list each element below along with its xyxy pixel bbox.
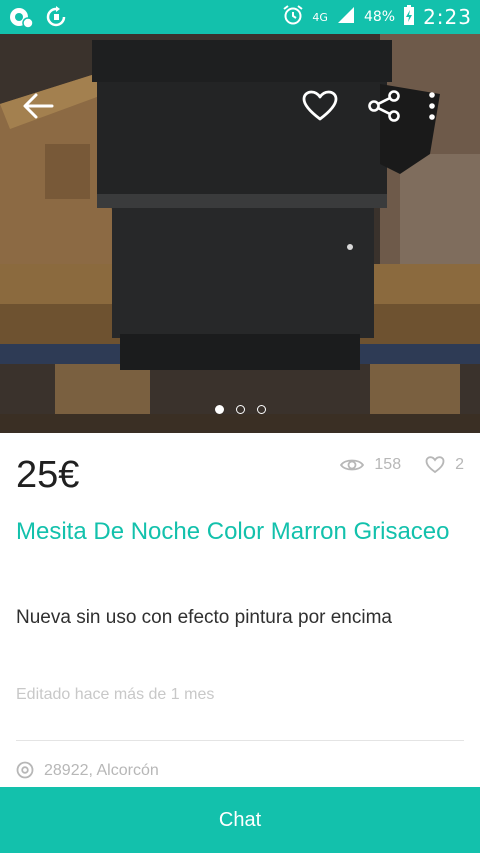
battery-percent: 48% [363, 9, 396, 25]
eye-icon [340, 459, 365, 471]
carousel-dot-2[interactable] [235, 405, 245, 414]
status-bar: 4G 48% 2:23 [0, 0, 480, 34]
heart-outline-icon [425, 456, 445, 474]
product-image-carousel[interactable] [0, 34, 480, 433]
listing-stats: 158 2 [340, 456, 464, 474]
alarm-icon [282, 4, 304, 30]
share-button[interactable] [362, 84, 406, 128]
back-arrow-icon [23, 93, 54, 119]
product-photo [0, 34, 480, 433]
more-options-button[interactable] [416, 84, 448, 128]
views-stat: 158 [340, 456, 401, 474]
listing-price: 25€ [16, 454, 80, 496]
heart-icon [302, 90, 338, 121]
back-button[interactable] [16, 84, 60, 128]
chat-button-label: Chat [218, 808, 262, 831]
listing-location[interactable]: 28922, Alcorcón [16, 761, 159, 781]
network-type: 4G [312, 10, 328, 24]
battery-charging-icon [403, 4, 415, 30]
views-count: 158 [374, 456, 402, 473]
share-icon [368, 90, 400, 122]
chat-button[interactable]: Chat [0, 787, 480, 853]
clock: 2:23 [423, 5, 472, 29]
listing-description: Nueva sin uso con efecto pintura por enc… [16, 607, 392, 628]
carousel-dot-1[interactable] [214, 405, 224, 414]
carousel-indicator [0, 405, 480, 414]
divider [16, 740, 464, 741]
listing-title: Mesita De Noche Color Marron Grisaceo [16, 518, 450, 545]
favorites-stat: 2 [425, 456, 464, 474]
signal-icon [336, 5, 356, 29]
favorites-count: 2 [455, 456, 464, 473]
carousel-dot-3[interactable] [256, 405, 266, 414]
sync-icon [44, 5, 68, 33]
more-vertical-icon [429, 92, 435, 120]
location-pin-icon [16, 761, 34, 779]
location-text: 28922, Alcorcón [44, 762, 159, 779]
edited-timestamp: Editado hace más de 1 mes [16, 686, 215, 703]
app-notification-icon [8, 4, 34, 34]
favorite-button[interactable] [298, 84, 342, 128]
